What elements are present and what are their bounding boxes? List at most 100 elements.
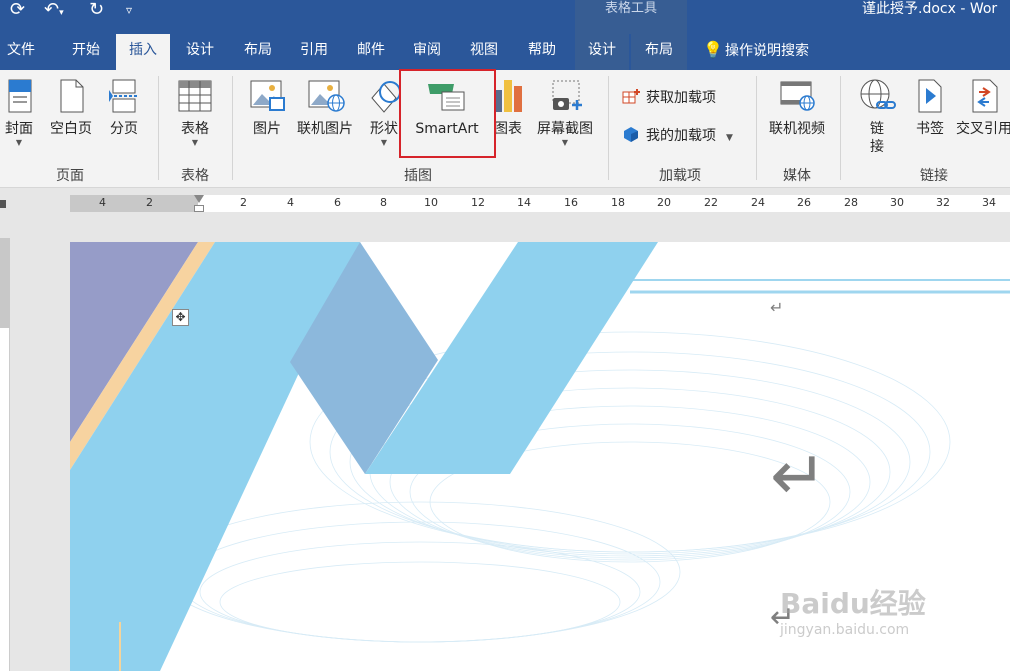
- vertical-ruler[interactable]: [0, 238, 10, 671]
- group-separator: [608, 76, 609, 180]
- tab-file[interactable]: 文件: [0, 34, 42, 70]
- my-addins-icon: [624, 127, 638, 142]
- ruler-margin-shade: [70, 195, 198, 212]
- shapes-icon: [371, 81, 401, 113]
- undo-icon[interactable]: ↶▾: [44, 0, 64, 20]
- table-button[interactable]: 表格 ▼: [170, 78, 220, 148]
- autosave-icon[interactable]: ⟳: [10, 0, 25, 20]
- baidu-watermark: Baidu经验: [780, 587, 926, 620]
- tab-references[interactable]: 引用: [288, 34, 340, 70]
- blank-page-icon: [60, 79, 84, 113]
- cover-page-button[interactable]: 封面 ▼: [0, 78, 38, 148]
- tab-table-layout[interactable]: 布局: [631, 34, 687, 70]
- group-separator: [756, 76, 757, 180]
- ruler-number: 2: [240, 196, 247, 209]
- tab-design[interactable]: 设计: [172, 34, 228, 70]
- online-pictures-button[interactable]: 联机图片: [294, 78, 356, 138]
- tab-help[interactable]: 帮助: [514, 34, 570, 70]
- my-addins-button[interactable]: 我的加载项 ▼: [622, 126, 733, 148]
- table-icon: [178, 80, 212, 112]
- online-picture-icon: [308, 80, 345, 112]
- cover-dropdown-icon: ▼: [15, 138, 23, 147]
- cross-reference-label: 交叉引用: [956, 121, 1010, 137]
- group-separator: [232, 76, 233, 180]
- tab-layout[interactable]: 布局: [230, 34, 286, 70]
- ruler-number: 6: [334, 196, 341, 209]
- table-move-handle[interactable]: ✥: [172, 309, 189, 326]
- document-title: 谨此授予.docx - Wor: [862, 1, 998, 17]
- bookmark-button[interactable]: 书签: [908, 78, 952, 138]
- link-label-line2: 接: [870, 139, 884, 155]
- vertical-ruler-margin-shade: [0, 238, 10, 328]
- addins-group-label: 加载项: [659, 168, 701, 184]
- tell-me-label: 操作说明搜索: [725, 43, 809, 59]
- ribbon: 封面 ▼ 空白页 分页 页面 表格 ▼ 表格 图片 联机图片 形状 ▼ Smar…: [0, 70, 1010, 188]
- pictures-label: 图片: [253, 121, 281, 137]
- online-video-icon: [780, 81, 815, 111]
- pages-group-label: 页面: [56, 168, 84, 184]
- ruler-number: 16: [564, 196, 578, 209]
- link-button[interactable]: 链接: [854, 78, 900, 156]
- tab-view[interactable]: 视图: [457, 34, 511, 70]
- cover-page-icon: [8, 79, 32, 113]
- bookmark-icon: [918, 79, 942, 113]
- ruler-number: 18: [611, 196, 625, 209]
- paragraph-mark-icon: ↵: [770, 298, 784, 317]
- tab-review[interactable]: 审阅: [400, 34, 454, 70]
- picture-icon: [250, 80, 285, 111]
- ruler-number: 22: [704, 196, 718, 209]
- horizontal-ruler-bar: 4 2 2 4 6 8 10 12 14 16 18 20 22 24 26 2…: [0, 188, 1010, 218]
- document-page[interactable]: ✥ ↵ ↵ ↵ Baidu经验 jingyan.baidu.com: [70, 242, 1010, 671]
- my-addins-dropdown-icon: ▼: [726, 133, 733, 143]
- table-label: 表格: [181, 121, 209, 137]
- online-video-button[interactable]: 联机视频: [764, 78, 830, 138]
- horizontal-ruler[interactable]: 4 2 2 4 6 8 10 12 14 16 18 20 22 24 26 2…: [70, 195, 1010, 212]
- link-icon: [860, 79, 896, 109]
- ruler-number: 32: [936, 196, 950, 209]
- get-addins-button[interactable]: 获取加载项: [622, 88, 716, 108]
- page-break-label: 分页: [110, 121, 138, 137]
- media-group-label: 媒体: [783, 168, 811, 184]
- group-separator: [840, 76, 841, 180]
- redo-icon[interactable]: ↻: [89, 0, 104, 20]
- my-addins-label: 我的加载项: [646, 128, 716, 144]
- tab-mailings[interactable]: 邮件: [344, 34, 398, 70]
- store-icon: [622, 89, 640, 104]
- cross-reference-icon: [972, 79, 998, 113]
- paragraph-mark-large-icon: ↵: [770, 437, 827, 516]
- ruler-number: 28: [844, 196, 858, 209]
- online-video-label: 联机视频: [769, 121, 825, 137]
- tab-insert[interactable]: 插入: [116, 34, 170, 70]
- online-pictures-label: 联机图片: [297, 121, 353, 137]
- tab-home[interactable]: 开始: [58, 34, 114, 70]
- pictures-button[interactable]: 图片: [244, 78, 290, 138]
- ruler-number: 20: [657, 196, 671, 209]
- link-label: 链接: [854, 120, 900, 156]
- ruler-number: 4: [99, 196, 106, 209]
- links-group-label: 链接: [920, 168, 948, 184]
- table-tools-context-label: 表格工具: [575, 0, 687, 34]
- ruler-number: 24: [751, 196, 765, 209]
- ruler-number: 34: [982, 196, 996, 209]
- screenshot-button[interactable]: 屏幕截图 ▼: [532, 78, 598, 148]
- screenshot-icon: [552, 80, 582, 110]
- table-dropdown-icon: ▼: [191, 138, 199, 147]
- ruler-number: 14: [517, 196, 531, 209]
- group-separator: [158, 76, 159, 180]
- page-break-button[interactable]: 分页: [104, 78, 144, 138]
- title-bar: ⟳ ↶▾ ↻ ▿ 表格工具 谨此授予.docx - Wor: [0, 0, 1010, 34]
- cross-reference-button[interactable]: 交叉引用: [954, 78, 1010, 138]
- smartart-highlight-box: [399, 69, 496, 158]
- blank-page-button[interactable]: 空白页: [46, 78, 96, 138]
- ruler-indent-marker[interactable]: [194, 195, 204, 203]
- ruler-number: 8: [380, 196, 387, 209]
- ribbon-tabs: 文件 开始 插入 设计 布局 引用 邮件 审阅 视图 帮助 设计 布局 💡 操作说…: [0, 34, 1010, 70]
- ruler-tab-selector[interactable]: [0, 200, 6, 208]
- ruler-number: 26: [797, 196, 811, 209]
- tell-me-search[interactable]: 💡 操作说明搜索: [703, 34, 809, 70]
- ruler-hanging-indent-marker[interactable]: [194, 205, 204, 212]
- tab-table-design[interactable]: 设计: [575, 34, 629, 70]
- ruler-number: 12: [471, 196, 485, 209]
- customize-toolbar-icon[interactable]: ▿: [126, 0, 132, 20]
- ruler-number: 2: [146, 196, 153, 209]
